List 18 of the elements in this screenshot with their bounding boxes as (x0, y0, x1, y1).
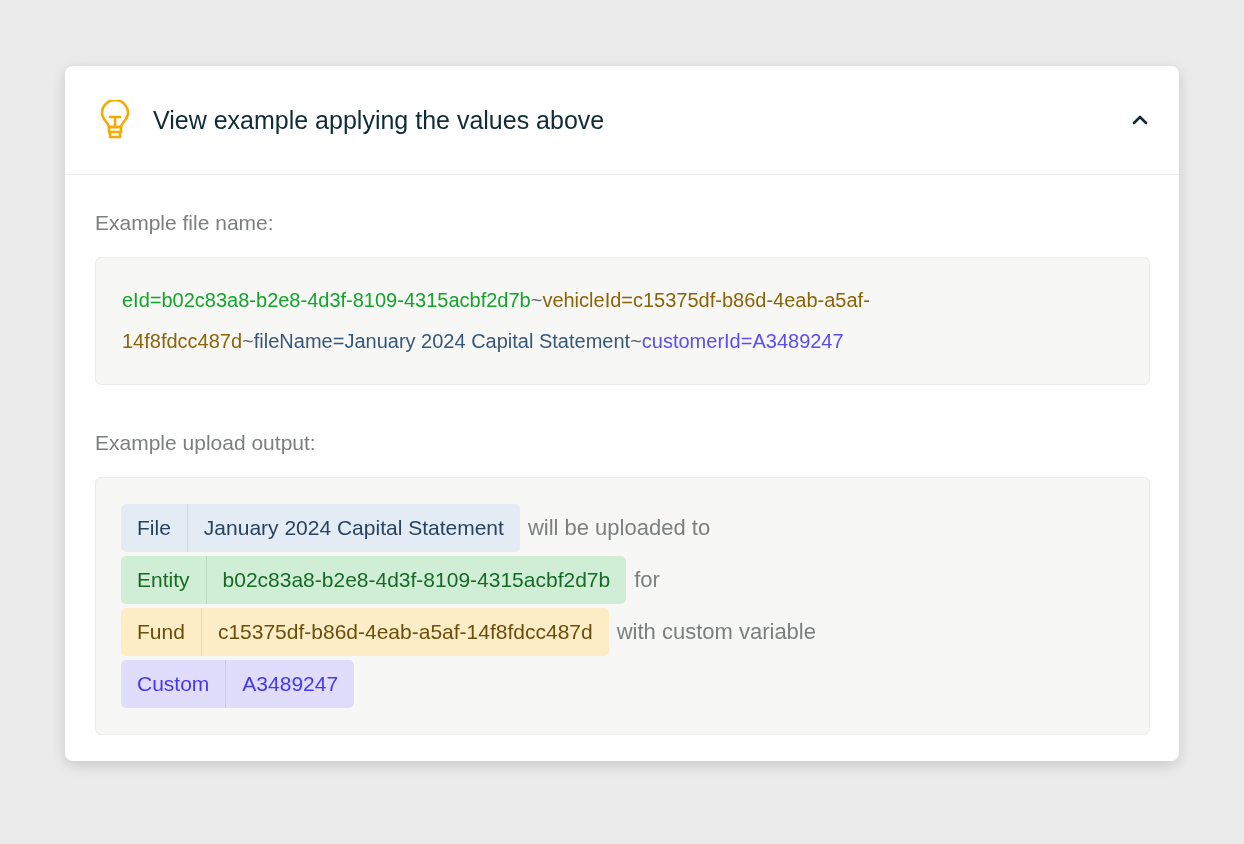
chevron-icon[interactable] (1131, 114, 1149, 126)
lightbulb-icon (99, 100, 131, 140)
file-name-text: eId=b02c83a8-b2e8-4d3f-8109-4315acbf2d7b~vehicleId=c15375df-b86d-4eab-a5af-14f8fdcc487d~fileName=January 2024 Capital Statement~customerId=A3489247 (121, 288, 871, 354)
section-label: Example file name: (95, 211, 275, 235)
output-text: will be uploaded to (527, 515, 711, 541)
tag-value: A3489247 (241, 671, 340, 697)
tag-value: b02c83a8-b2e8-4d3f-8109-4315acbf2d7b (221, 567, 612, 593)
panel-title: View example applying the values above (153, 105, 606, 135)
tag-value: c15375df-b86d-4eab-a5af-14f8fdcc487d (216, 619, 594, 645)
tag-label: Custom (121, 660, 227, 708)
tag-label: Entity (121, 556, 207, 604)
section-label: Example upload output: (95, 431, 317, 455)
output-text: for (634, 567, 660, 593)
panel-header[interactable]: View example applying the values above (65, 66, 1179, 175)
tag-label: File (121, 504, 188, 552)
tag-value: January 2024 Capital Statement (202, 515, 505, 541)
tag-label: Fund (121, 608, 202, 656)
output-text: with custom variable (616, 619, 816, 645)
